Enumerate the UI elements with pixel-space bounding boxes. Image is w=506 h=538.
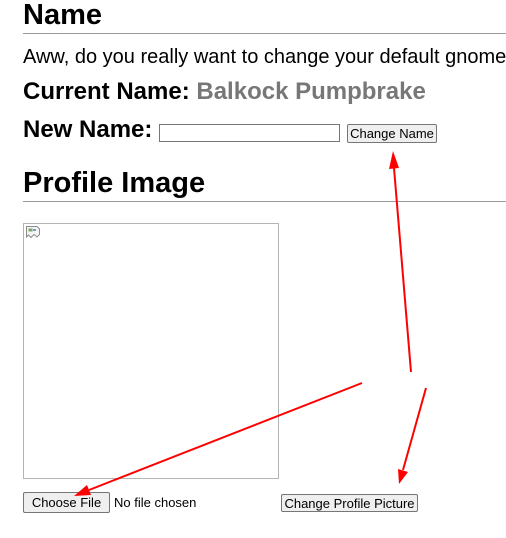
name-divider <box>23 33 506 34</box>
change-profile-picture-button[interactable]: Change Profile Picture <box>281 494 418 512</box>
arrow-to-change-profile-picture <box>398 387 427 484</box>
file-status-text: No file chosen <box>114 495 197 510</box>
broken-image-icon <box>25 225 41 241</box>
arrow-to-change-name <box>389 151 412 373</box>
new-name-label: New Name: <box>23 116 153 143</box>
choose-file-button[interactable]: Choose File <box>23 492 110 513</box>
profile-image <box>23 223 279 479</box>
intro-text: Aww, do you really want to change your d… <box>23 46 506 68</box>
current-name-label: Current Name: <box>23 78 190 105</box>
name-heading: Name <box>23 0 102 31</box>
current-name-value: Balkock Pumpbrake <box>196 78 426 105</box>
profile-divider <box>23 201 506 202</box>
change-name-button[interactable]: Change Name <box>347 124 437 143</box>
new-name-input[interactable] <box>159 124 340 142</box>
current-name-line: Current Name: Balkock Pumpbrake <box>23 80 426 104</box>
profile-image-heading: Profile Image <box>23 167 206 199</box>
